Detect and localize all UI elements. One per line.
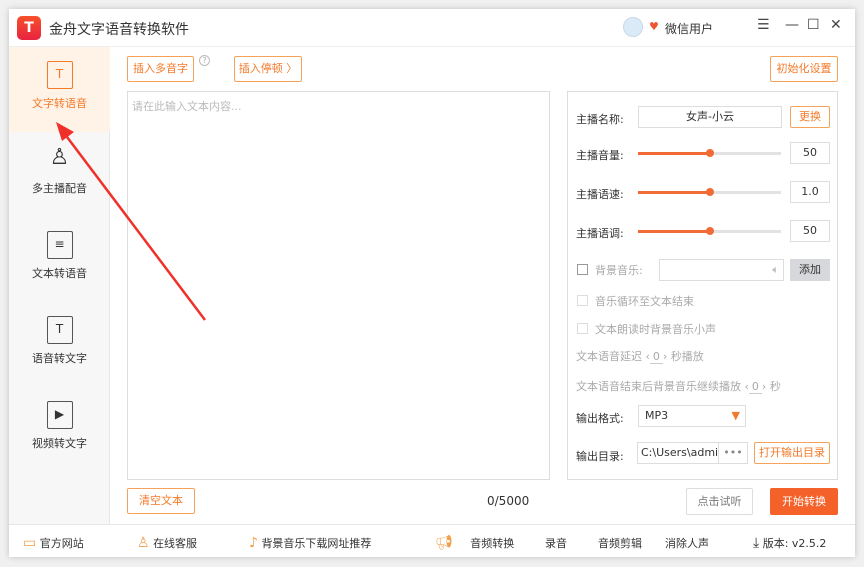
annotation-arrow xyxy=(56,122,206,321)
